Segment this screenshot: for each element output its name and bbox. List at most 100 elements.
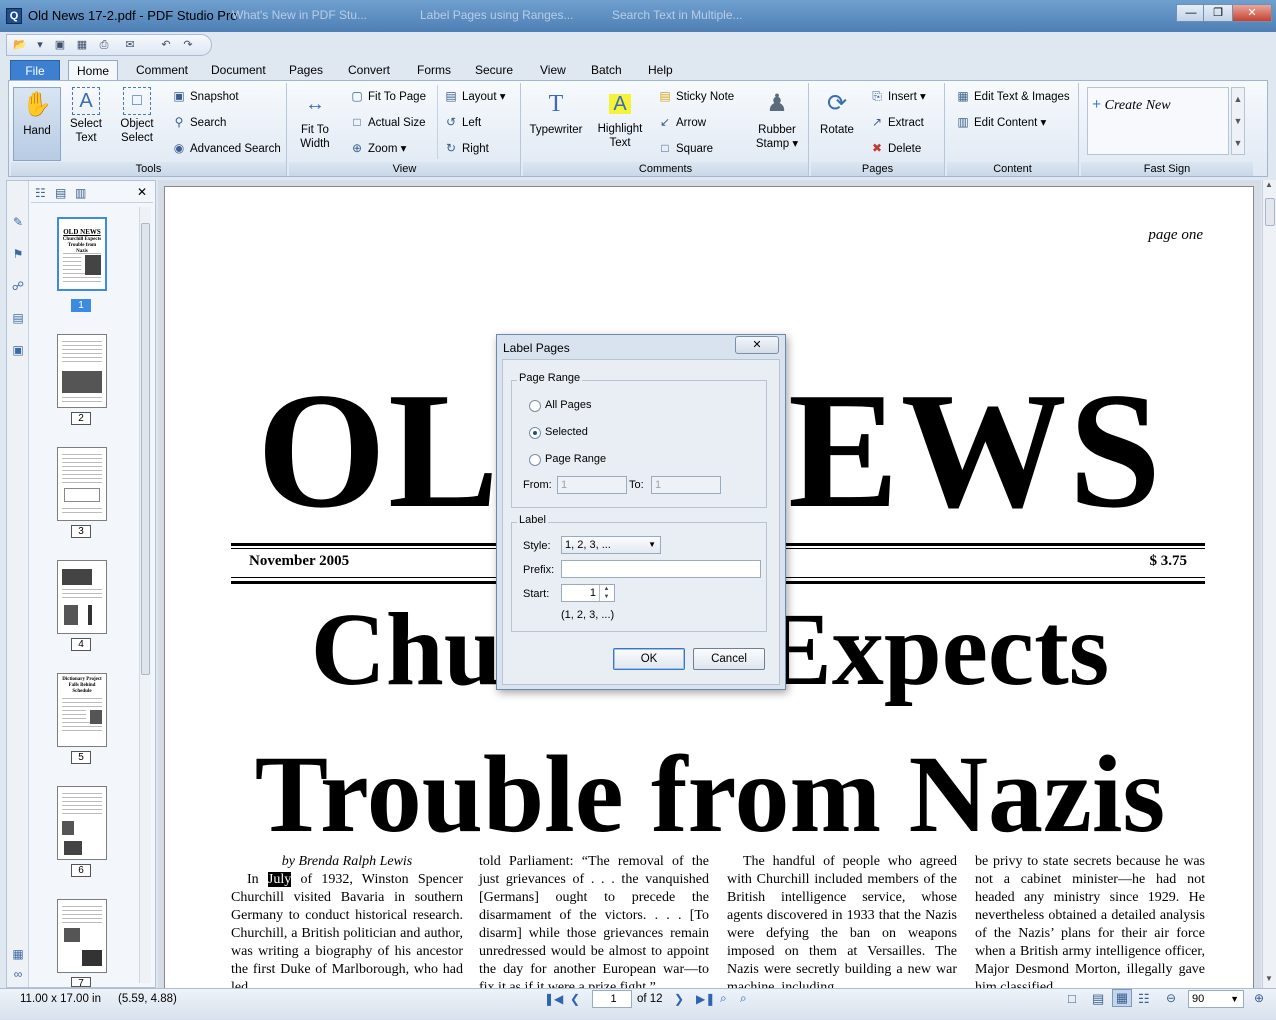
rotate-button[interactable]: ⟳ Rotate — [815, 87, 859, 137]
thumbnail-options-icon[interactable]: ☷ — [35, 186, 46, 200]
app-icon[interactable]: Q — [6, 8, 22, 24]
layout-button[interactable]: ▤ Layout ▾ — [443, 87, 505, 105]
highlight-text-button[interactable]: A Highlight Text — [593, 87, 647, 150]
first-page-icon[interactable]: ❚◀ — [544, 992, 563, 1006]
page-thumbnail[interactable] — [57, 899, 107, 973]
select-text-button[interactable]: A Select Text — [63, 87, 109, 145]
rubber-stamp-button[interactable]: ♟ Rubber Stamp ▾ — [749, 87, 805, 151]
to-input[interactable]: 1 — [651, 476, 721, 494]
thumbnail-insert-icon[interactable]: ▤ — [55, 186, 66, 200]
previous-view-icon[interactable]: ⌕ — [720, 991, 727, 1006]
next-view-icon[interactable]: ⌕ — [740, 991, 747, 1006]
tab-pages[interactable]: Pages — [281, 60, 331, 81]
create-new-signature[interactable]: + Create New — [1092, 96, 1171, 114]
prefix-input[interactable] — [561, 560, 761, 578]
tab-batch[interactable]: Batch — [583, 60, 630, 81]
tab-view[interactable]: View — [532, 60, 574, 81]
cancel-button[interactable]: Cancel — [693, 648, 765, 670]
page-thumbnail[interactable] — [57, 334, 107, 408]
dialog-close-button[interactable]: ✕ — [735, 336, 779, 354]
selected-text[interactable]: July — [267, 872, 292, 887]
links-icon[interactable]: ∞ — [10, 967, 26, 983]
document-scrollbar[interactable]: ▲ ▼ — [1262, 180, 1276, 988]
close-window-button[interactable]: ✕ — [1232, 4, 1272, 22]
save-icon[interactable]: ▣ — [53, 38, 67, 52]
sign-panel-icon[interactable]: ▦ — [10, 947, 26, 963]
thumbnail-scrollbar[interactable] — [139, 207, 151, 983]
scroll-up-icon[interactable]: ▲ — [1265, 180, 1273, 189]
advanced-search-button[interactable]: ◉ Advanced Search — [171, 139, 281, 157]
tab-file[interactable]: File — [10, 60, 60, 81]
tab-comment[interactable]: Comment — [128, 60, 196, 81]
ok-button[interactable]: OK — [613, 648, 685, 670]
sticky-note-button[interactable]: ▤ Sticky Note — [657, 87, 734, 105]
all-pages-radio[interactable] — [529, 400, 541, 412]
page-thumbnail[interactable]: OLD NEWS Churchill Expects Trouble from … — [57, 217, 107, 291]
next-page-icon[interactable]: ❯ — [674, 992, 684, 1006]
fit-to-page-button[interactable]: ▢ Fit To Page — [349, 87, 426, 105]
thumbnail-extract-icon[interactable]: ▥ — [75, 186, 86, 200]
search-button[interactable]: ⚲ Search — [171, 113, 227, 131]
square-button[interactable]: □ Square — [657, 139, 713, 157]
actual-size-button[interactable]: □ Actual Size — [349, 113, 425, 131]
delete-button[interactable]: ✖ Delete — [869, 139, 921, 157]
redo-icon[interactable]: ↷ — [181, 38, 195, 52]
last-page-icon[interactable]: ▶❚ — [696, 992, 715, 1006]
signature-gallery[interactable]: + Create New — [1087, 87, 1229, 155]
attachment-icon[interactable]: ☍ — [10, 279, 26, 295]
open-folder-icon[interactable]: 📂 — [13, 38, 27, 52]
layers-icon[interactable]: ▣ — [10, 343, 26, 359]
tab-document[interactable]: Document — [203, 60, 274, 81]
page-thumbnail[interactable] — [57, 560, 107, 634]
zoom-button[interactable]: ⊕ Zoom ▾ — [349, 139, 406, 157]
arrow-button[interactable]: ↙ Arrow — [657, 113, 706, 131]
extract-button[interactable]: ↗ Extract — [869, 113, 924, 131]
previous-page-icon[interactable]: ❮ — [570, 992, 580, 1006]
continuous-view-icon[interactable]: ▤ — [1092, 991, 1104, 1007]
print-icon[interactable]: ⎙ — [97, 38, 111, 52]
scroll-down-icon[interactable]: ▼ — [1265, 974, 1273, 983]
scroll-thumb[interactable] — [1265, 198, 1275, 226]
page-number-input[interactable]: 1 — [592, 990, 632, 1008]
tab-convert[interactable]: Convert — [340, 60, 398, 81]
undo-icon[interactable]: ↶ — [159, 38, 173, 52]
zoom-level-select[interactable]: 90 ▼ — [1188, 990, 1244, 1008]
page-thumbnail[interactable] — [57, 786, 107, 860]
typewriter-button[interactable]: T Typewriter — [527, 87, 585, 137]
selected-radio[interactable] — [529, 427, 541, 439]
insert-button[interactable]: ⎘ Insert ▾ — [869, 87, 926, 105]
from-input[interactable]: 1 — [557, 476, 627, 494]
snapshot-button[interactable]: ▣ Snapshot — [171, 87, 238, 105]
single-page-view-icon[interactable]: □ — [1068, 991, 1076, 1006]
edit-content-button[interactable]: ▥ Edit Content ▾ — [955, 113, 1046, 131]
pages-icon[interactable]: ▤ — [10, 311, 26, 327]
fit-to-width-button[interactable]: ↔ Fit To Width — [293, 87, 337, 151]
pen-icon[interactable]: ✎ — [10, 215, 26, 231]
thumbnail-scroll-thumb[interactable] — [141, 223, 150, 675]
gallery-scroll[interactable]: ▲ ▼ ▼ — [1231, 87, 1245, 155]
page-range-radio[interactable] — [529, 454, 541, 466]
dropdown-arrow-icon[interactable]: ▾ — [33, 38, 47, 52]
rotate-left-button[interactable]: ↺ Left — [443, 113, 481, 131]
facing-view-icon[interactable]: ▦ — [1112, 989, 1132, 1007]
zoom-out-icon[interactable]: ⊖ — [1166, 991, 1176, 1005]
tab-home[interactable]: Home — [68, 60, 119, 81]
rotate-right-button[interactable]: ↻ Right — [443, 139, 489, 157]
save-all-icon[interactable]: ▦ — [75, 38, 89, 52]
style-select[interactable]: 1, 2, 3, ... ▼ — [561, 536, 661, 554]
page-thumbnail[interactable] — [57, 447, 107, 521]
bookmark-flag-icon[interactable]: ⚑ — [10, 247, 26, 263]
stepper-arrows-icon[interactable]: ▲ ▼ — [599, 585, 613, 601]
minimize-button[interactable]: — — [1176, 4, 1206, 22]
continuous-facing-icon[interactable]: ☷ — [1138, 991, 1150, 1007]
email-icon[interactable]: ✉ — [123, 38, 137, 52]
page-thumbnail[interactable]: Dictionary Project Falls Behind Schedule — [57, 673, 107, 747]
hand-button[interactable]: ✋ Hand — [13, 87, 61, 161]
maximize-button[interactable]: ❐ — [1203, 4, 1233, 22]
object-select-button[interactable]: □ Object Select — [113, 87, 161, 145]
edit-text-images-button[interactable]: ▦ Edit Text & Images — [955, 87, 1069, 105]
tab-secure[interactable]: Secure — [467, 60, 521, 81]
tab-help[interactable]: Help — [640, 60, 681, 81]
close-panel-icon[interactable]: ✕ — [137, 185, 147, 199]
zoom-in-icon[interactable]: ⊕ — [1254, 991, 1264, 1005]
